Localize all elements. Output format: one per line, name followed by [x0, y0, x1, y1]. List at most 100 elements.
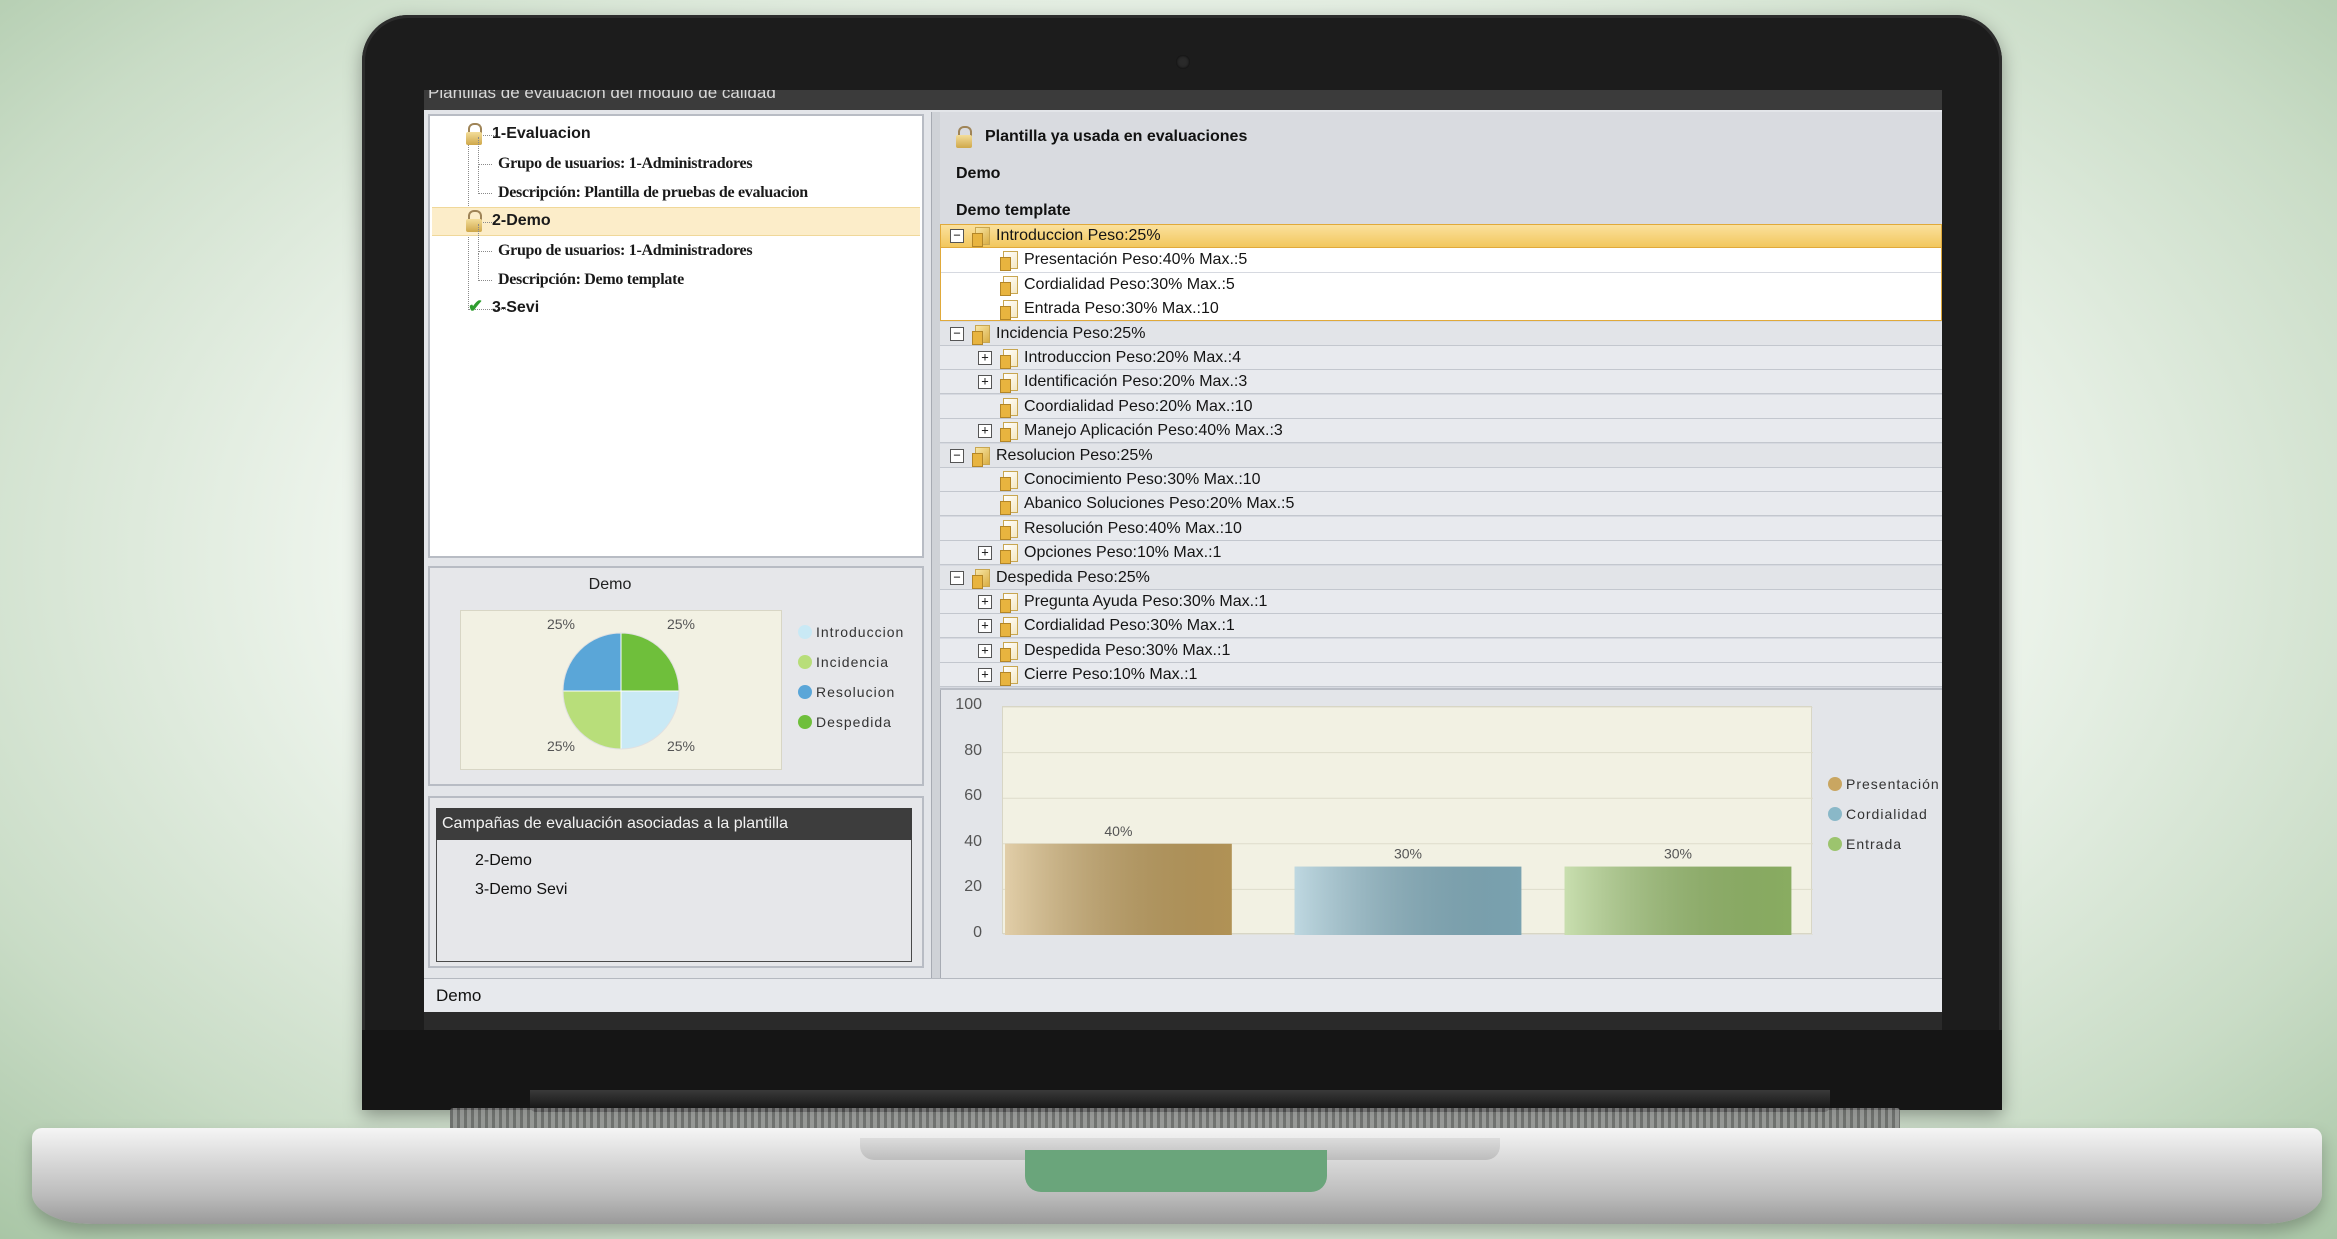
criteria-item-row[interactable]: + Cordialidad Peso:30% Max.:1: [940, 614, 1942, 638]
y-tick-label: 80: [964, 741, 982, 759]
criteria-item-row[interactable]: + Opciones Peso:10% Max.:1: [940, 541, 1942, 565]
folder-icon: [972, 325, 990, 345]
collapse-icon[interactable]: −: [950, 327, 964, 341]
criteria-label: Resolucion Peso:25%: [996, 447, 1153, 464]
folder-icon: [972, 447, 990, 467]
criteria-item-row[interactable]: Abanico Soluciones Peso:20% Max.:5: [940, 492, 1942, 516]
legend-dot-icon: [1828, 837, 1842, 851]
tree-node-1-evaluacion[interactable]: 1-Evaluacion: [492, 125, 591, 143]
legend-dot-icon: [1828, 777, 1842, 791]
document-icon: [1000, 520, 1018, 540]
bar-legend-item: Entrada: [1828, 836, 1902, 852]
criteria-item-row[interactable]: Conocimiento Peso:30% Max.:10: [940, 468, 1942, 492]
document-icon: [1000, 398, 1018, 418]
: [1000, 550, 1011, 564]
lock-notice: Plantilla ya usada en evaluaciones: [985, 128, 1248, 145]
criteria-item-row[interactable]: + Despedida Peso:30% Max.:1: [940, 639, 1942, 663]
criteria-label: Identificación Peso:20% Max.:3: [1024, 373, 1248, 390]
pie-chart-title: Demo: [588, 576, 632, 593]
y-tick-label: 60: [964, 787, 982, 805]
legend-dot-icon: [798, 655, 812, 669]
tree-guide: [478, 253, 479, 281]
criteria-item-row[interactable]: Entrada Peso:30% Max.:10: [940, 297, 1942, 321]
bar-value-label: 40%: [1104, 823, 1132, 839]
expand-icon[interactable]: +: [978, 351, 992, 365]
template-name: Demo: [956, 165, 1001, 182]
criteria-item-row[interactable]: Cordialidad Peso:30% Max.:5: [940, 273, 1942, 297]
: [1000, 257, 1011, 271]
expand-icon[interactable]: +: [978, 595, 992, 609]
campaigns-panel: Campañas de evaluación asociadas a la pl…: [428, 796, 924, 968]
pie-value-label: 25%: [547, 738, 575, 754]
pie-legend-label: Resolucion: [816, 684, 896, 700]
template-description: Demo template: [956, 202, 1071, 219]
collapse-icon[interactable]: −: [950, 229, 964, 243]
bar-chart: 0 20 40 60 80 100 40% 30% 30% Presentación Cordi…: [940, 690, 1942, 960]
pie-value-label: 25%: [667, 616, 695, 632]
pie-value-label: 25%: [667, 738, 695, 754]
bar-shading: [1005, 843, 1232, 935]
tree-node-detail[interactable]: Descripción: Demo template: [498, 271, 684, 289]
criteria-item-row[interactable]: Coordialidad Peso:20% Max.:10: [940, 395, 1942, 419]
criteria-item-row[interactable]: + Identificación Peso:20% Max.:3: [940, 370, 1942, 394]
left-column: 1-Evaluacion Grupo de usuarios: 1-Adminis…: [428, 114, 928, 974]
expand-icon[interactable]: +: [978, 375, 992, 389]
: [1000, 404, 1011, 418]
document-icon: [1000, 471, 1018, 491]
document-icon: [1000, 349, 1018, 369]
criteria-item-row[interactable]: Resolución Peso:40% Max.:10: [940, 517, 1942, 541]
criteria-item-row[interactable]: + Cierre Peso:10% Max.:1: [940, 663, 1942, 687]
: [1000, 379, 1011, 393]
criteria-label: Manejo Aplicación Peso:40% Max.:3: [1024, 422, 1283, 439]
document-icon: [1000, 544, 1018, 564]
criteria-group-row[interactable]: − Introduccion Peso:25%: [940, 224, 1942, 248]
document-icon: [1000, 422, 1018, 442]
lock-icon: [956, 126, 972, 148]
lock-icon: [466, 210, 482, 232]
document-icon: [1000, 666, 1018, 686]
: [1000, 428, 1011, 442]
legend-dot-icon: [798, 685, 812, 699]
tree-guide: [478, 224, 479, 252]
criteria-item-row[interactable]: + Manejo Aplicación Peso:40% Max.:3: [940, 419, 1942, 443]
campaign-item[interactable]: 2-Demo: [475, 852, 532, 870]
criteria-label: Incidencia Peso:25%: [996, 325, 1146, 342]
expand-icon[interactable]: +: [978, 619, 992, 633]
criteria-group-row[interactable]: − Resolucion Peso:25%: [940, 444, 1942, 468]
bar-chart-svg: 40% 30% 30%: [1003, 706, 1813, 936]
criteria-item-row[interactable]: + Introduccion Peso:20% Max.:4: [940, 346, 1942, 370]
criteria-item-row[interactable]: + Pregunta Ayuda Peso:30% Max.:1: [940, 590, 1942, 614]
criteria-label: Cordialidad Peso:30% Max.:5: [1024, 276, 1235, 293]
criteria-item-row[interactable]: Presentación Peso:40% Max.:5: [940, 248, 1942, 272]
y-tick-label: 20: [964, 878, 982, 896]
: [1000, 648, 1011, 662]
legend-dot-icon: [798, 625, 812, 639]
collapse-icon[interactable]: −: [950, 571, 964, 585]
tree-node-2-demo[interactable]: 2-Demo: [492, 212, 551, 230]
bar-legend-item: Cordialidad: [1828, 806, 1928, 822]
document-icon: [1000, 373, 1018, 393]
tree-node-detail[interactable]: Grupo de usuarios: 1-Administradores: [498, 155, 753, 173]
tree-node-detail[interactable]: Grupo de usuarios: 1-Administradores: [498, 242, 753, 260]
campaigns-list: 2-Demo 3-Demo Sevi: [436, 840, 912, 962]
laptop-notch: [1025, 1150, 1327, 1192]
legend-dot-icon: [1828, 807, 1842, 821]
collapse-icon[interactable]: −: [950, 449, 964, 463]
criteria-group-row[interactable]: − Incidencia Peso:25%: [940, 322, 1942, 346]
expand-icon[interactable]: +: [978, 644, 992, 658]
tree-node-3-sevi[interactable]: 3-Sevi: [492, 299, 539, 317]
legend-dot-icon: [798, 715, 812, 729]
campaign-item[interactable]: 3-Demo Sevi: [475, 881, 567, 899]
bar-legend-label: Cordialidad: [1846, 806, 1928, 822]
status-bar: Demo: [424, 978, 1942, 1012]
criteria-label: Coordialidad Peso:20% Max.:10: [1024, 398, 1253, 415]
status-text: Demo: [436, 986, 482, 1005]
tree-node-detail[interactable]: Descripción: Plantilla de pruebas de eva…: [498, 184, 808, 202]
expand-icon[interactable]: +: [978, 546, 992, 560]
criteria-label: Entrada Peso:30% Max.:10: [1024, 300, 1219, 317]
criteria-label: Conocimiento Peso:30% Max.:10: [1024, 471, 1261, 488]
expand-icon[interactable]: +: [978, 668, 992, 682]
bar-legend-label: Presentación: [1846, 776, 1940, 792]
criteria-group-row[interactable]: − Despedida Peso:25%: [940, 566, 1942, 590]
expand-icon[interactable]: +: [978, 424, 992, 438]
